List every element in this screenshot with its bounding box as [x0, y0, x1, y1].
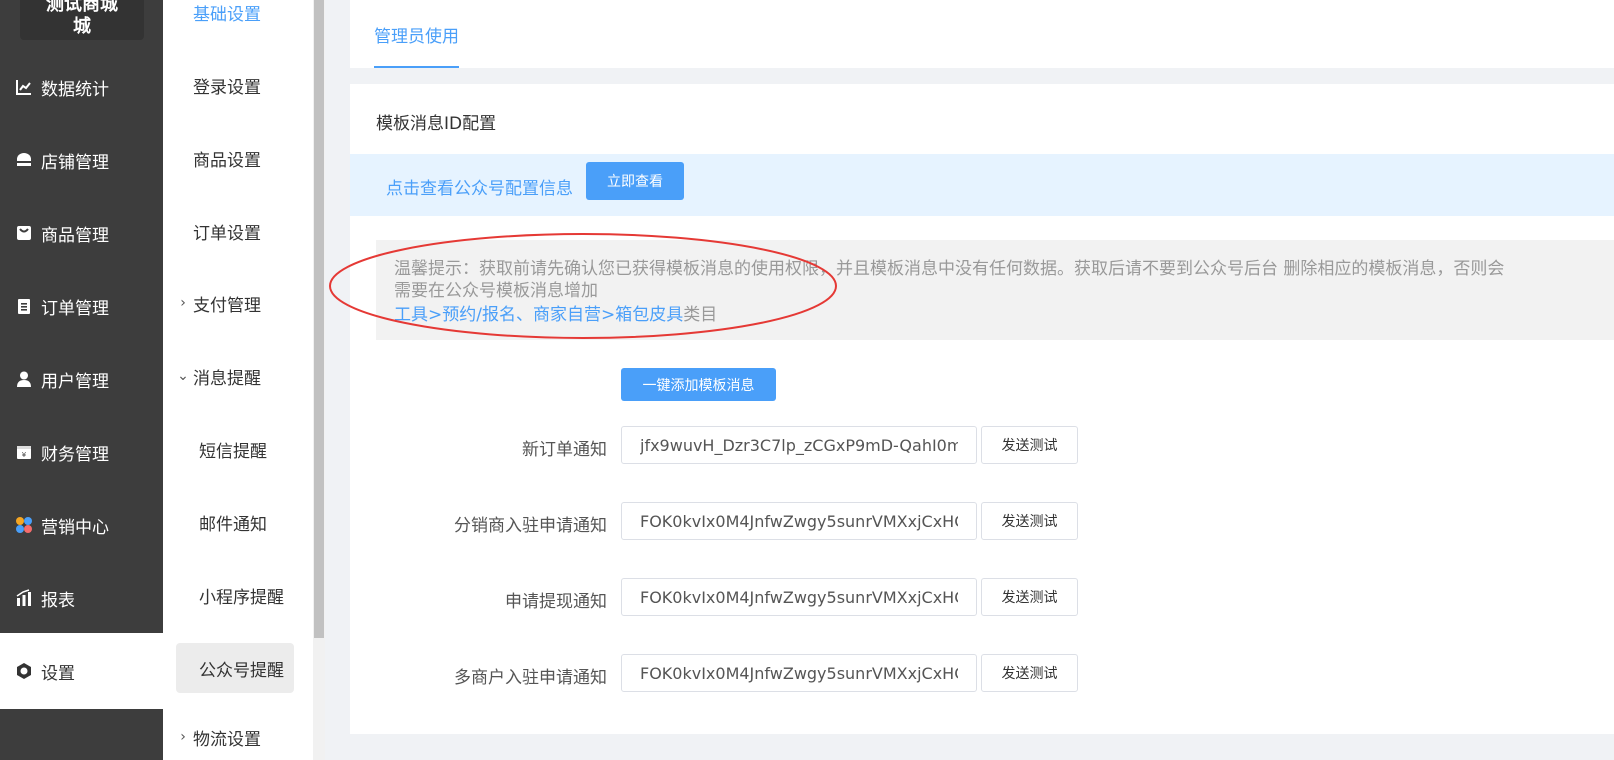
nav-item-label: 数据统计 [41, 79, 109, 100]
nav-item-finance[interactable]: ¥ 财务管理 [0, 427, 163, 477]
tab-bar: 管理员使用 [350, 0, 1614, 68]
nav-item-label: 报表 [41, 590, 75, 611]
submenu-login-settings[interactable]: 登录设置 [163, 62, 313, 108]
chevron-right-icon: › [180, 295, 186, 311]
template-id-input[interactable] [621, 426, 977, 464]
submenu-miniprogram[interactable]: 小程序提醒 [163, 572, 313, 618]
submenu-label: 登录设置 [193, 77, 261, 98]
info-banner: 点击查看公众号配置信息 立即查看 [350, 154, 1614, 216]
submenu-label: 基础设置 [193, 4, 261, 25]
card-title: 模板消息ID配置 [376, 114, 497, 134]
svg-text:¥: ¥ [22, 451, 27, 459]
logo-text-bottom: 城 [73, 16, 91, 37]
submenu-payment[interactable]: › 支付管理 [163, 280, 313, 326]
submenu-basic-settings[interactable]: 基础设置 [163, 0, 313, 35]
template-id-input[interactable] [621, 654, 977, 692]
submenu-label: 小程序提醒 [199, 587, 284, 608]
add-template-button[interactable]: 一键添加模板消息 [621, 368, 776, 401]
submenu-logistics[interactable]: › 物流设置 [163, 714, 313, 760]
form-label: 新订单通知 [522, 440, 607, 460]
store-icon [14, 150, 34, 170]
send-test-button[interactable]: 发送测试 [981, 502, 1078, 540]
template-id-input[interactable] [621, 502, 977, 540]
finance-icon: ¥ [14, 442, 34, 462]
nav-item-settings[interactable]: 设置 [0, 633, 163, 709]
tab-admin-use[interactable]: 管理员使用 [374, 22, 459, 68]
nav-item-statistics[interactable]: 数据统计 [0, 62, 163, 112]
nav-item-label: 商品管理 [41, 225, 109, 246]
submenu-goods-settings[interactable]: 商品设置 [163, 135, 313, 181]
submenu-label: 订单设置 [193, 223, 261, 244]
submenu-label: 消息提醒 [193, 368, 261, 389]
submenu-label: 商品设置 [193, 150, 261, 171]
template-config-card: 模板消息ID配置 点击查看公众号配置信息 立即查看 温馨提示：获取前请先确认您已… [350, 84, 1614, 734]
submenu-official-account[interactable]: 公众号提醒 [163, 643, 313, 693]
nav-item-label: 用户管理 [41, 371, 109, 392]
nav-item-goods[interactable]: 商品管理 [0, 208, 163, 258]
form-row-withdraw: 申请提现通知 发送测试 [350, 578, 1150, 618]
nav-item-users[interactable]: 用户管理 [0, 354, 163, 404]
form-label: 分销商入驻申请通知 [454, 516, 607, 536]
form-row-new-order: 新订单通知 发送测试 [350, 426, 1150, 466]
send-test-button[interactable]: 发送测试 [981, 578, 1078, 616]
report-icon [14, 588, 34, 608]
form-row-distributor: 分销商入驻申请通知 发送测试 [350, 502, 1150, 542]
settings-submenu: 基础设置 登录设置 商品设置 订单设置 › 支付管理 ⌄ 消息提醒 短信提醒 邮… [163, 0, 313, 760]
settings-icon [14, 661, 34, 681]
view-now-button[interactable]: 立即查看 [586, 162, 684, 200]
nav-item-label: 营销中心 [41, 517, 109, 538]
order-icon [14, 296, 34, 316]
submenu-email[interactable]: 邮件通知 [163, 499, 313, 545]
template-id-input[interactable] [621, 578, 977, 616]
send-test-button[interactable]: 发送测试 [981, 654, 1078, 692]
submenu-label: 短信提醒 [199, 441, 267, 462]
submenu-order-settings[interactable]: 订单设置 [163, 208, 313, 254]
chevron-down-icon: ⌄ [177, 368, 189, 384]
main-sidebar: 测试商城 城 数据统计 店铺管理 商品管理 订单管理 用户管理 ¥ 财务管理 营… [0, 0, 163, 760]
send-test-button[interactable]: 发送测试 [981, 426, 1078, 464]
form-label: 申请提现通知 [505, 592, 607, 612]
nav-item-label: 设置 [41, 663, 75, 684]
submenu-notifications[interactable]: ⌄ 消息提醒 [163, 353, 313, 399]
marketing-icon [14, 515, 34, 535]
nav-item-report[interactable]: 报表 [0, 573, 163, 623]
user-icon [14, 369, 34, 389]
nav-item-label: 订单管理 [41, 298, 109, 319]
nav-item-orders[interactable]: 订单管理 [0, 281, 163, 331]
submenu-sms[interactable]: 短信提醒 [163, 426, 313, 472]
form-label: 多商户入驻申请通知 [454, 668, 607, 688]
nav-item-label: 财务管理 [41, 444, 109, 465]
chevron-right-icon: › [180, 729, 186, 745]
submenu-label: 支付管理 [193, 295, 261, 316]
nav-item-marketing[interactable]: 营销中心 [0, 500, 163, 550]
submenu-label: 公众号提醒 [176, 643, 294, 693]
nav-item-store[interactable]: 店铺管理 [0, 135, 163, 185]
form-row-merchant: 多商户入驻申请通知 发送测试 [350, 654, 1150, 694]
submenu-scrollbar[interactable] [313, 0, 325, 760]
submenu-label: 邮件通知 [199, 514, 267, 535]
nav-item-label: 店铺管理 [41, 152, 109, 173]
goods-icon [14, 223, 34, 243]
submenu-label: 物流设置 [193, 729, 261, 750]
shop-logo[interactable]: 测试商城 城 [20, 0, 144, 40]
banner-link[interactable]: 点击查看公众号配置信息 [386, 174, 573, 199]
logo-text-top: 测试商城 [46, 0, 118, 15]
scrollbar-thumb[interactable] [314, 0, 324, 638]
annotation-ellipse [329, 233, 837, 339]
chart-line-icon [14, 77, 34, 97]
